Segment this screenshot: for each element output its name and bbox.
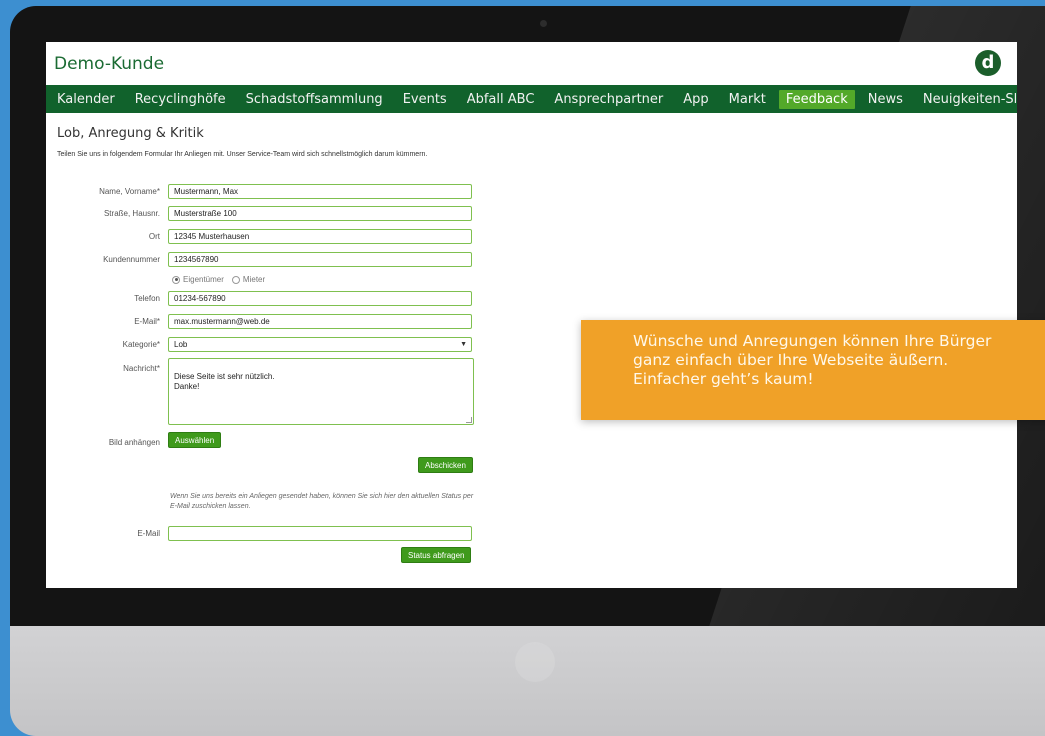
name-label: Name, Vorname* — [99, 187, 160, 196]
customer-number-row: Kundennummer 1234567890 — [46, 252, 476, 269]
browser-screen: Demo-Kunde d Kalender Recyclinghöfe Scha… — [46, 42, 1017, 588]
phone-label: Telefon — [134, 294, 160, 303]
customer-number-field[interactable]: 1234567890 — [168, 252, 472, 267]
nav-item-abfall-abc[interactable]: Abfall ABC — [460, 90, 542, 109]
category-select[interactable]: Lob ▼ — [168, 337, 472, 352]
nav-item-news[interactable]: News — [861, 90, 910, 109]
callout-line-1: Wünsche und Anregungen können Ihre Bürge… — [633, 332, 992, 350]
name-row: Name, Vorname* Mustermann, Max — [46, 184, 476, 201]
street-row: Straße, Hausnr. Musterstraße 100 — [46, 206, 476, 223]
status-hint: Wenn Sie uns bereits ein Anliegen gesend… — [170, 493, 474, 510]
nav-item-markt[interactable]: Markt — [722, 90, 773, 109]
radio-eigentuemer-label[interactable]: Eigentümer — [183, 275, 224, 284]
owner-type-radios: Eigentümer Mieter — [172, 275, 273, 284]
nav-item-feedback[interactable]: Feedback — [778, 89, 855, 109]
nav-item-ansprechpartner[interactable]: Ansprechpartner — [547, 90, 670, 109]
name-field[interactable]: Mustermann, Max — [168, 184, 472, 199]
feature-callout: Wünsche und Anregungen können Ihre Bürge… — [581, 320, 1045, 420]
attach-row: Bild anhängen — [46, 435, 476, 452]
phone-row: Telefon 01234-567890 — [46, 291, 476, 308]
email-row: E-Mail* max.mustermann@web.de — [46, 314, 476, 331]
nav-item-neuigkeiten-slider[interactable]: Neuigkeiten-Slider — [916, 90, 1017, 109]
message-textarea[interactable]: Diese Seite ist sehr nützlich. Danke! — [168, 358, 474, 425]
city-row: Ort 12345 Musterhausen — [46, 229, 476, 246]
nav-item-events[interactable]: Events — [396, 90, 454, 109]
status-email-label: E-Mail — [137, 529, 160, 538]
attach-label: Bild anhängen — [108, 438, 160, 447]
nav-item-kalender[interactable]: Kalender — [50, 90, 122, 109]
phone-field[interactable]: 01234-567890 — [168, 291, 472, 306]
email-field[interactable]: max.mustermann@web.de — [168, 314, 472, 329]
street-label: Straße, Hausnr. — [103, 209, 160, 218]
apple-logo-icon — [515, 642, 555, 682]
city-field[interactable]: 12345 Musterhausen — [168, 229, 472, 244]
city-label: Ort — [148, 232, 160, 241]
chevron-down-icon: ▼ — [460, 341, 467, 348]
camera-dot — [540, 20, 547, 27]
radio-mieter[interactable] — [231, 275, 240, 284]
main-nav: Kalender Recyclinghöfe Schadstoffsammlun… — [46, 85, 1017, 113]
status-email-field[interactable] — [168, 526, 472, 541]
site-header: Demo-Kunde d — [46, 42, 1017, 85]
radio-eigentuemer[interactable] — [172, 275, 180, 284]
radio-mieter-label[interactable]: Mieter — [243, 275, 265, 284]
callout-line-3: Einfacher geht’s kaum! — [633, 370, 814, 388]
resize-handle-icon[interactable] — [466, 417, 472, 423]
status-query-button[interactable]: Status abfragen — [401, 547, 472, 563]
category-row: Kategorie* Lob ▼ — [46, 337, 476, 354]
message-label: Nachricht* — [123, 364, 160, 373]
logo-icon[interactable]: d — [975, 50, 1001, 76]
nav-item-schadstoffsammlung[interactable]: Schadstoffsammlung — [239, 90, 390, 109]
category-value: Lob — [174, 340, 188, 349]
nav-item-app[interactable]: App — [676, 90, 715, 109]
site-title[interactable]: Demo-Kunde — [54, 54, 164, 74]
intro-text: Teilen Sie uns in folgendem Formular Ihr… — [57, 151, 428, 158]
callout-line-2: ganz einfach über Ihre Webseite äußern. — [633, 351, 949, 369]
page-title: Lob, Anregung & Kritik — [57, 126, 204, 141]
street-field[interactable]: Musterstraße 100 — [168, 206, 472, 221]
nav-item-recyclinghoefe[interactable]: Recyclinghöfe — [128, 90, 233, 109]
customer-number-label: Kundennummer — [103, 255, 160, 264]
category-label: Kategorie* — [122, 340, 160, 349]
email-label: E-Mail* — [134, 317, 160, 326]
choose-file-button[interactable]: Auswählen — [168, 432, 222, 448]
submit-button[interactable]: Abschicken — [418, 457, 473, 473]
status-email-row: E-Mail — [46, 526, 476, 543]
message-value: Diese Seite ist sehr nützlich. Danke! — [174, 372, 275, 391]
